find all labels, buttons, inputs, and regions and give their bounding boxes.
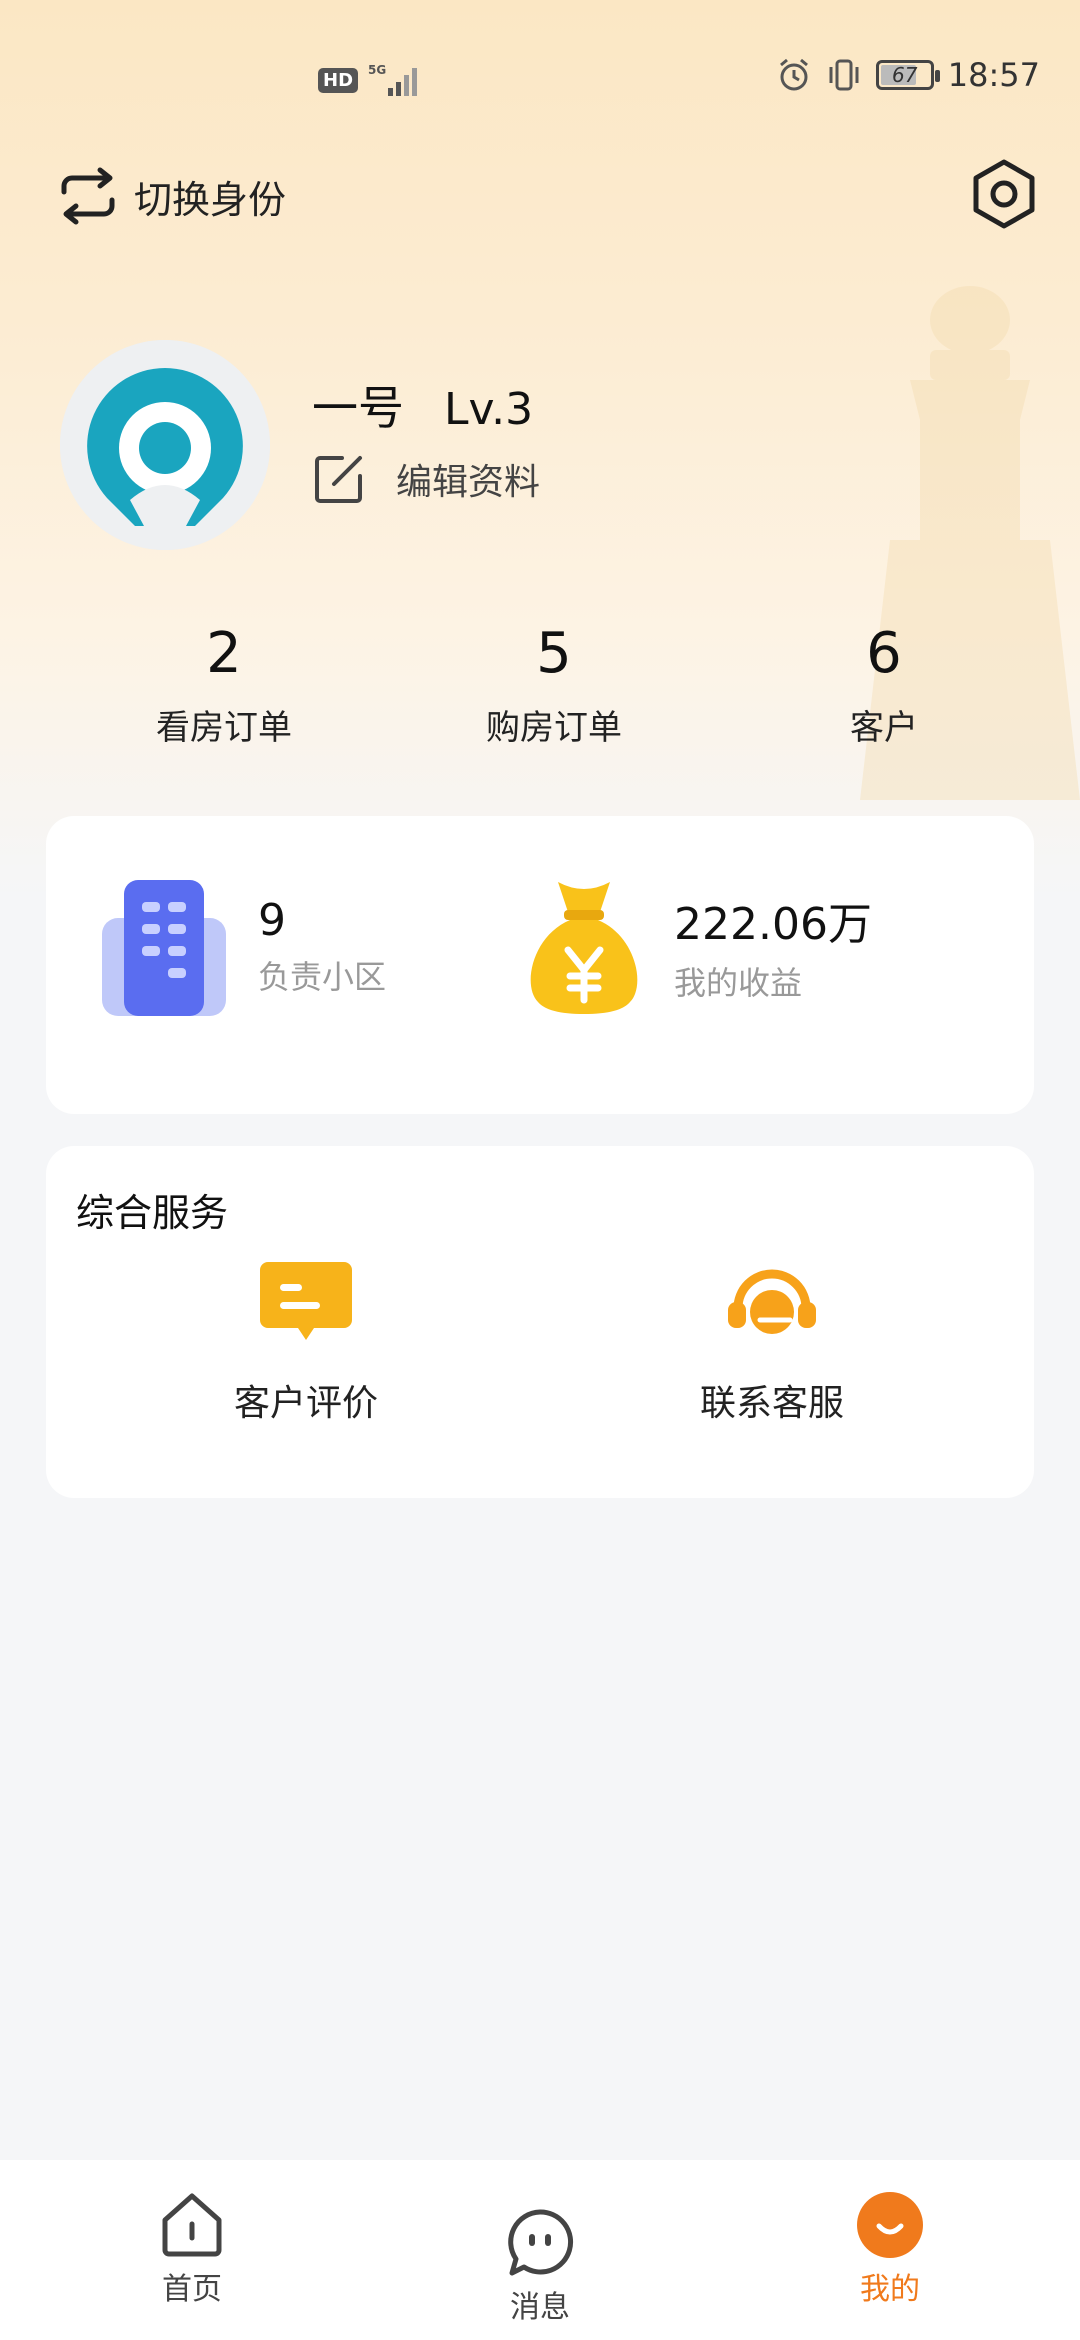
nav-item-messages[interactable]: 消息 — [440, 2208, 640, 2326]
settings-button[interactable] — [966, 156, 1042, 232]
signal-icon: 5G — [368, 63, 418, 96]
edit-profile-label: 编辑资料 — [396, 462, 541, 503]
communities-summary[interactable]: 9 负责小区 — [102, 876, 386, 1016]
nav-label-messages: 消息 — [510, 2290, 570, 2325]
communities-count: 9 — [258, 894, 286, 946]
stat-value: 5 — [536, 621, 572, 686]
status-icons: 67 18:57 — [776, 56, 1040, 94]
edit-profile-button[interactable]: 编辑资料 — [312, 452, 540, 506]
summary-card: 9 负责小区 222.06万 我的收益 — [46, 816, 1034, 1114]
review-message-icon — [260, 1262, 352, 1340]
swap-icon — [61, 167, 115, 225]
settings-hexagon-icon — [973, 159, 1035, 229]
stat-value: 6 — [866, 621, 902, 686]
username: 一号 — [312, 381, 404, 435]
earnings-summary[interactable]: 222.06万 我的收益 — [522, 876, 872, 1016]
communities-label: 负责小区 — [258, 957, 387, 996]
earnings-amount: 222.06万 — [674, 899, 872, 950]
earnings-label: 我的收益 — [674, 964, 803, 1002]
nav-item-home[interactable]: 首页 — [92, 2190, 292, 2308]
contact-support-button[interactable]: 联系客服 — [622, 1262, 922, 1426]
edit-icon — [315, 456, 362, 503]
battery-level: 67 — [892, 63, 918, 87]
switch-identity-label: 切换身份 — [134, 177, 287, 222]
status-bar: HD 5G 67 18:57 — [0, 0, 1080, 150]
profile-active-icon — [857, 2192, 923, 2258]
stat-label: 购房订单 — [486, 708, 622, 748]
chat-bubble-icon — [508, 2209, 574, 2276]
bottom-navigation: 首页 消息 我的 — [0, 2160, 1080, 2340]
vibrate-icon — [829, 59, 859, 91]
money-bag-icon — [530, 882, 638, 1014]
nav-label-home: 首页 — [162, 2272, 222, 2307]
clock: 18:57 — [947, 56, 1040, 94]
stat-label: 看房订单 — [156, 708, 292, 748]
building-icon — [102, 880, 226, 1016]
user-level: Lv.3 — [444, 384, 534, 435]
network-indicator: HD 5G — [318, 62, 422, 98]
stat-label: 客户 — [850, 708, 918, 748]
alarm-icon — [779, 58, 808, 91]
avatar-logo-icon — [60, 340, 270, 550]
username-row: 一号 Lv.3 — [312, 372, 533, 438]
stat-customers[interactable]: 6 客户 — [764, 618, 1004, 749]
home-icon — [162, 2193, 222, 2257]
customer-reviews-button[interactable]: 客户评价 — [156, 1262, 456, 1426]
battery-icon: 67 — [875, 60, 940, 90]
contact-support-label: 联系客服 — [699, 1383, 844, 1424]
stat-viewing-orders[interactable]: 2 看房订单 — [104, 618, 344, 749]
customer-reviews-label: 客户评价 — [233, 1383, 378, 1424]
nav-label-profile: 我的 — [860, 2272, 920, 2307]
services-title: 综合服务 — [76, 1191, 229, 1235]
avatar[interactable] — [60, 340, 270, 550]
stat-purchase-orders[interactable]: 5 购房订单 — [434, 618, 674, 749]
hd-badge: HD — [318, 67, 359, 93]
switch-identity-button[interactable]: 切换身份 — [56, 166, 286, 226]
services-card: 综合服务 客户评价 联系客服 — [46, 1146, 1034, 1498]
headset-icon — [728, 1269, 816, 1334]
nav-item-profile[interactable]: 我的 — [790, 2190, 990, 2308]
stat-value: 2 — [206, 621, 242, 686]
svg-text:5G: 5G — [368, 63, 386, 77]
